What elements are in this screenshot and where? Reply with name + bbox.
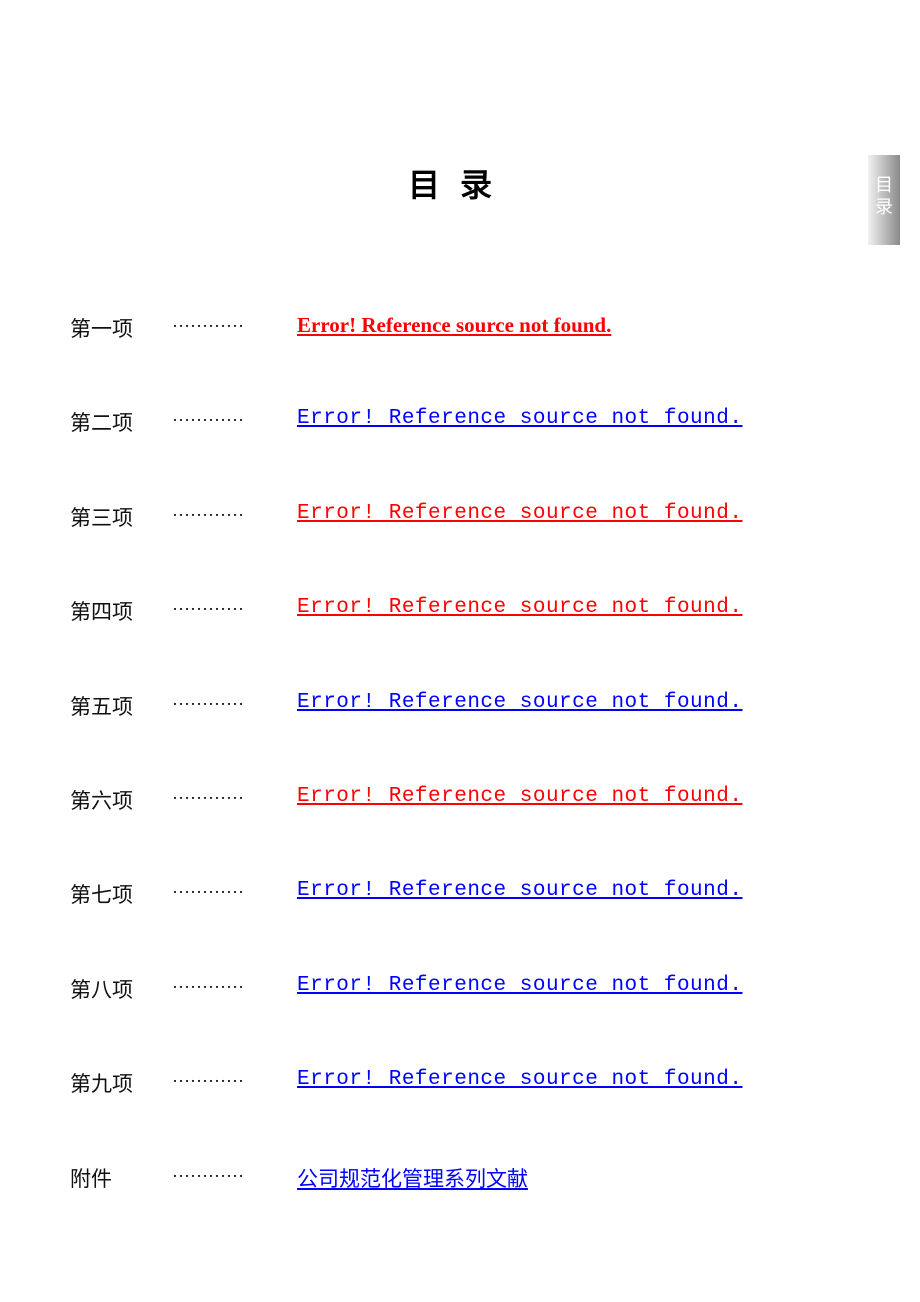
toc-leader-dots: ………… xyxy=(172,594,244,614)
toc-entry: 第六项 ………… Error! Reference source not found… xyxy=(0,777,920,817)
toc-entry: 第八项 ………… Error! Reference source not found… xyxy=(0,966,920,1006)
toc-entry-label: 第四项 xyxy=(70,600,133,624)
toc-entry-label: 第二项 xyxy=(70,411,133,435)
side-tab-char: 录 xyxy=(875,197,893,218)
toc-entry-label: 第五项 xyxy=(70,695,133,719)
toc-leader-dots: ………… xyxy=(172,500,244,520)
toc-entry: 第一项 ………… Error! Reference source not found… xyxy=(0,305,920,345)
toc-entry-label: 第八项 xyxy=(70,978,133,1002)
toc-entry-link[interactable]: Error! Reference source not found. xyxy=(297,407,742,430)
toc-leader-dots: ………… xyxy=(172,1066,244,1086)
toc-entry-link[interactable]: Error! Reference source not found. xyxy=(297,1068,742,1091)
toc-entry-link[interactable]: Error! Reference source not found. xyxy=(297,785,742,808)
toc-entry: 第七项 ………… Error! Reference source not found… xyxy=(0,871,920,911)
toc-entry-link[interactable]: Error! Reference source not found. xyxy=(297,974,742,997)
toc-leader-dots: ………… xyxy=(172,877,244,897)
page-title: 目录 xyxy=(407,166,512,204)
toc-entry: 第九项 ………… Error! Reference source not found… xyxy=(0,1060,920,1100)
toc-entry-label: 附件 xyxy=(70,1167,112,1191)
toc-entry: 第五项 ………… Error! Reference source not found… xyxy=(0,683,920,723)
toc-entry-label: 第一项 xyxy=(70,317,133,341)
toc-leader-dots: ………… xyxy=(172,311,244,331)
toc-entry-link[interactable]: Error! Reference source not found. xyxy=(297,879,742,902)
toc-leader-dots: ………… xyxy=(172,689,244,709)
toc-entry: 第四项 ………… Error! Reference source not found… xyxy=(0,588,920,628)
toc-entry-link[interactable]: 公司规范化管理系列文献 xyxy=(297,1163,528,1193)
side-tab-label: 目 录 xyxy=(874,175,894,219)
toc-entry-label: 第三项 xyxy=(70,506,133,530)
toc-leader-dots: ………… xyxy=(172,972,244,992)
side-tab-char: 目 xyxy=(875,175,893,196)
side-tab-toc[interactable]: 目 录 xyxy=(868,155,900,245)
toc-entry: 附件 ………… 公司规范化管理系列文献 xyxy=(0,1155,920,1195)
toc-entry: 第三项 ………… Error! Reference source not found… xyxy=(0,494,920,534)
toc-leader-dots: ………… xyxy=(172,405,244,425)
toc-entry-label: 第七项 xyxy=(70,883,133,907)
toc-entry-label: 第六项 xyxy=(70,789,133,813)
toc-leader-dots: ………… xyxy=(172,783,244,803)
toc-entry-link[interactable]: Error! Reference source not found. xyxy=(297,596,742,619)
toc-entry-link[interactable]: Error! Reference source not found. xyxy=(297,502,742,525)
toc-entry-label: 第九项 xyxy=(70,1072,133,1096)
toc-entry-link[interactable]: Error! Reference source not found. xyxy=(297,313,611,338)
toc-entry: 第二项 ………… Error! Reference source not found… xyxy=(0,399,920,439)
toc-entry-link[interactable]: Error! Reference source not found. xyxy=(297,691,742,714)
toc-leader-dots: ………… xyxy=(172,1161,244,1181)
